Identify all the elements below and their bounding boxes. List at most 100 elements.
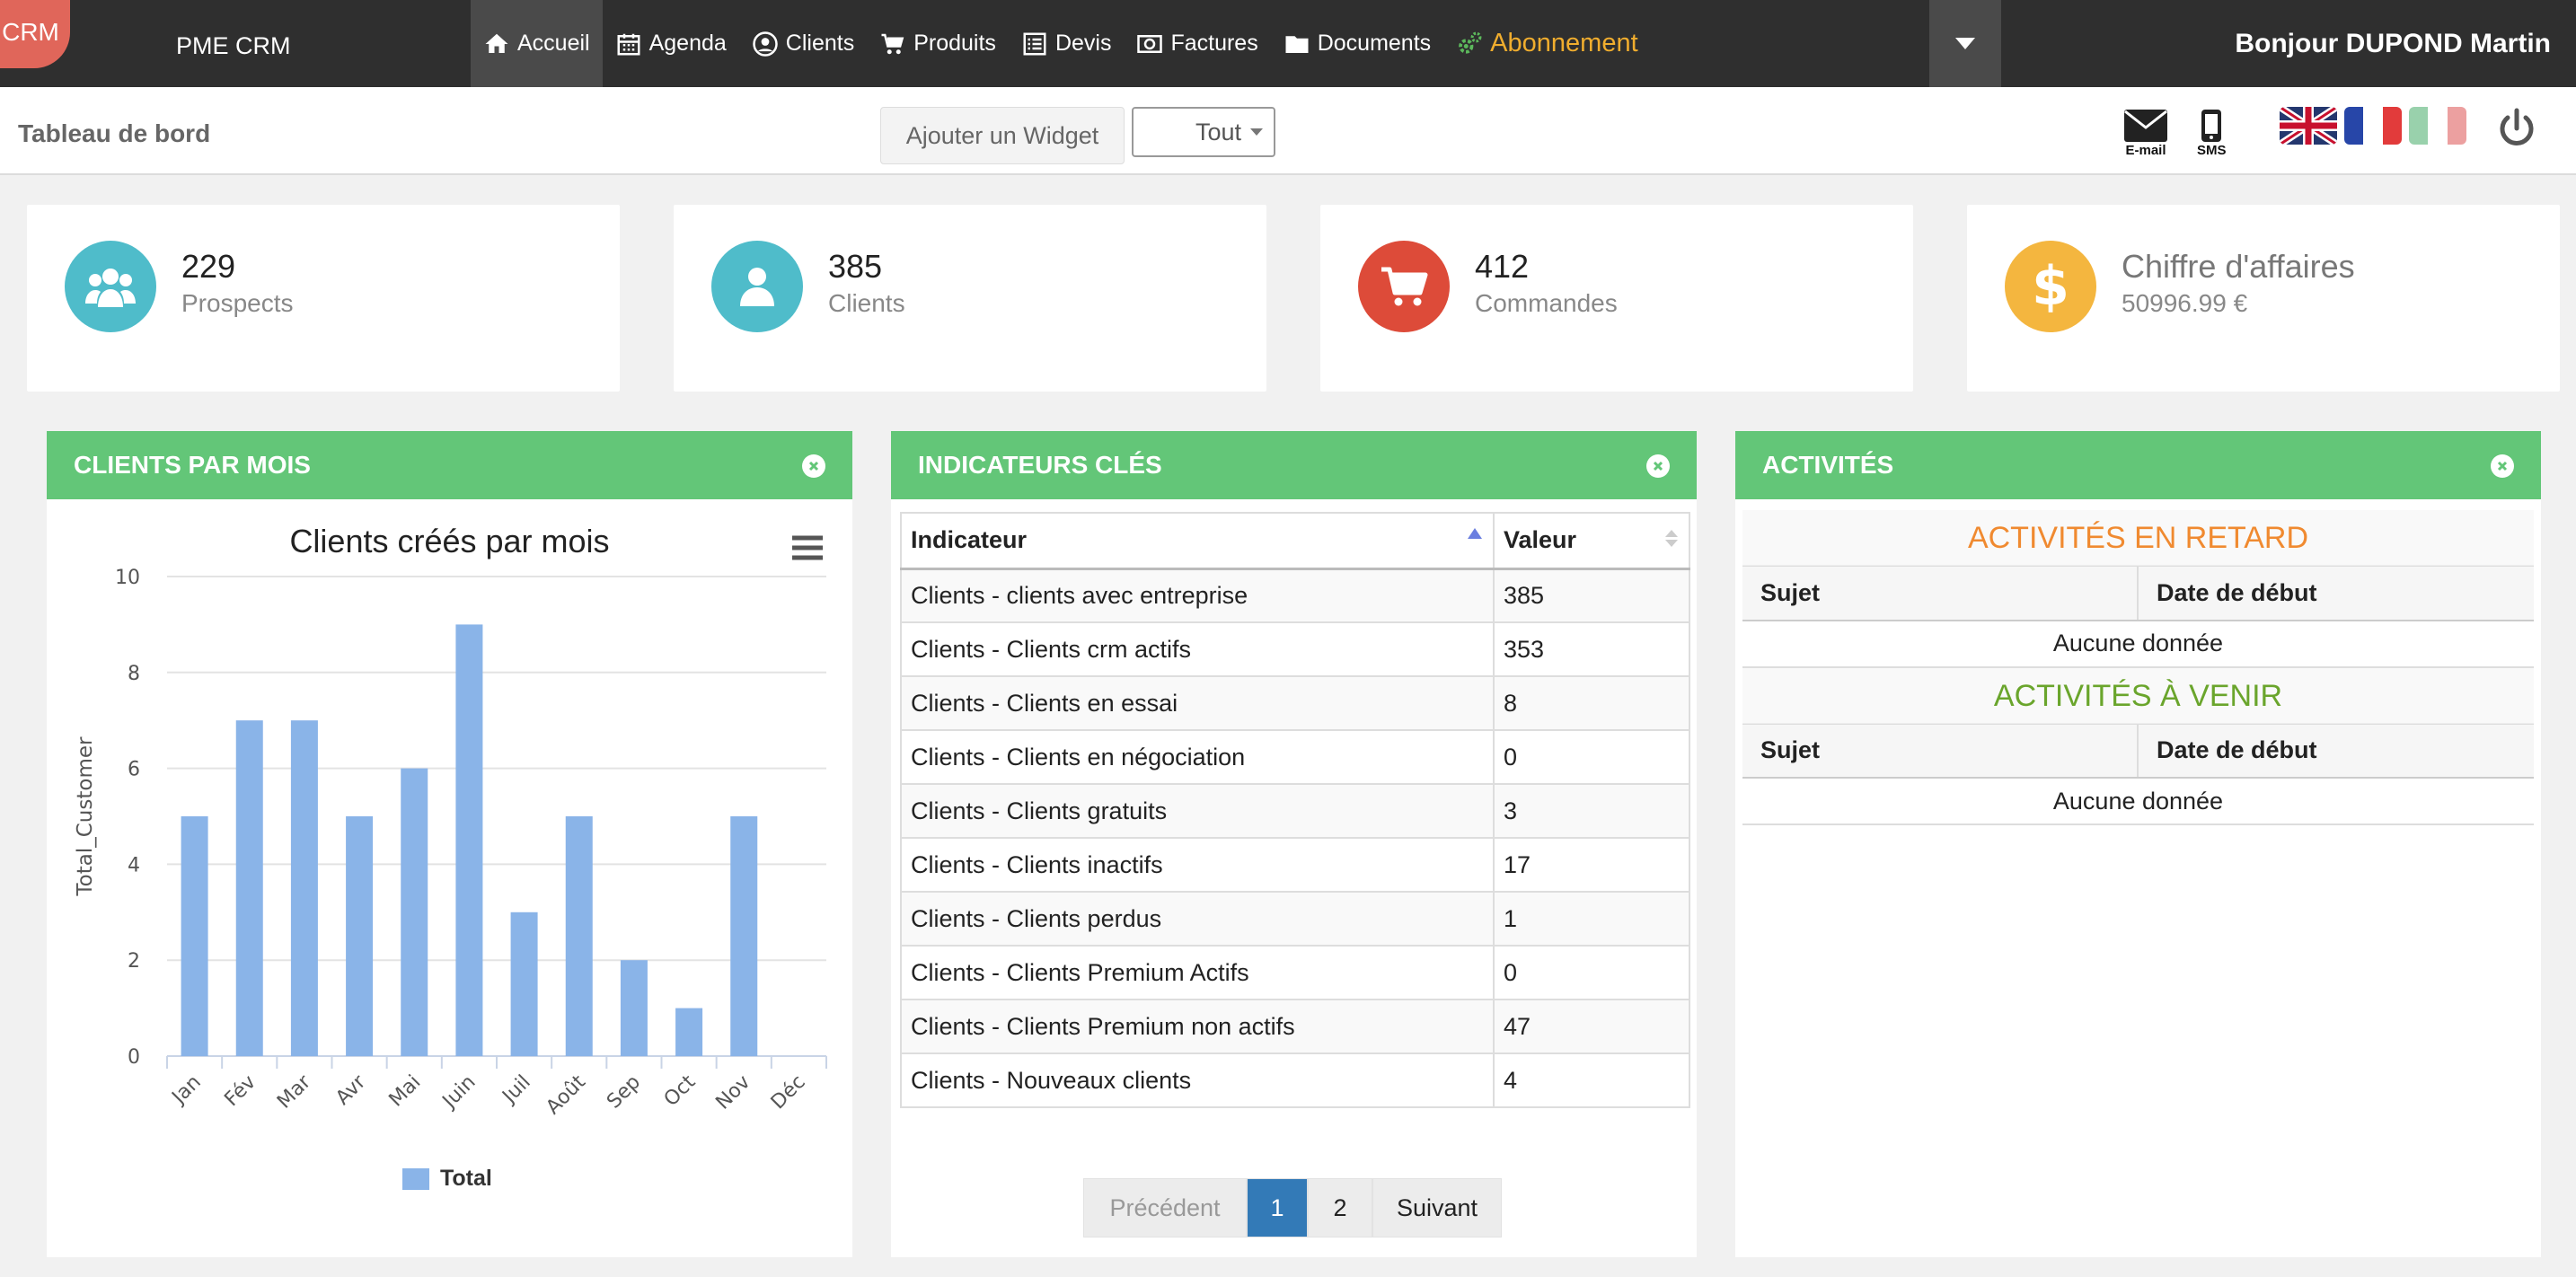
table-row[interactable]: Clients - Clients inactifs 17 [900, 837, 1690, 893]
next-page-button[interactable]: Suivant [1372, 1178, 1502, 1237]
page-button-2[interactable]: 2 [1308, 1178, 1372, 1237]
prev-page-button[interactable]: Précédent [1083, 1178, 1247, 1237]
table-row[interactable]: Clients - Clients perdus 1 [900, 891, 1690, 947]
indicator-name: Clients - Clients en négociation [900, 729, 1495, 785]
upcoming-activities-title: ACTIVITÉS À VENIR [1742, 667, 2534, 724]
close-icon [1653, 461, 1663, 471]
users-group-icon [85, 269, 136, 307]
crm-logo[interactable]: CRM [0, 0, 70, 68]
nav-factures[interactable]: Factures [1124, 0, 1270, 87]
widget-title: INDICATEURS CLÉS [918, 451, 1162, 479]
nav-devis[interactable]: Devis [1009, 0, 1125, 87]
bar [510, 912, 538, 1056]
calendar-icon [617, 33, 640, 55]
bar [346, 816, 374, 1056]
stat-card-commandes[interactable]: 412 Commandes [1320, 205, 1913, 392]
indicator-value: 3 [1493, 783, 1690, 839]
indicator-value: 8 [1493, 675, 1690, 731]
table-row[interactable]: Clients - clients avec entreprise 385 [900, 568, 1690, 623]
bar [675, 1008, 703, 1056]
empty-state: Aucune donnée [1742, 620, 2534, 668]
it-flag-icon[interactable] [2409, 107, 2466, 145]
folder-icon [1285, 35, 1309, 53]
nav-factures-label: Factures [1170, 31, 1258, 56]
sms-button[interactable]: SMS [2197, 109, 2227, 158]
y-tick-label: 0 [128, 1046, 140, 1069]
table-row[interactable]: Clients - Nouveaux clients 4 [900, 1052, 1690, 1108]
indicator-name: Clients - Nouveaux clients [900, 1052, 1495, 1108]
nav-accueil-label: Accueil [517, 31, 590, 56]
top-navbar: CRM PME CRM Accueil Agenda Clients Produ… [0, 0, 2576, 87]
widget-filter-select[interactable]: Tout [1132, 107, 1275, 157]
x-tick-label: Mai [385, 1071, 426, 1112]
stat-card-clients[interactable]: 385 Clients [674, 205, 1266, 392]
chart-legend[interactable]: Total [402, 1166, 492, 1192]
table-row[interactable]: Clients - Clients en négociation 0 [900, 729, 1690, 785]
main-nav: Accueil Agenda Clients Produits Devis Fa… [471, 0, 1651, 87]
column-header-indicator[interactable]: Indicateur [900, 512, 1495, 570]
late-activities-table: Sujet Date de début Aucune donnée [1742, 566, 2534, 668]
add-widget-button[interactable]: Ajouter un Widget [880, 107, 1125, 164]
table-row[interactable]: Clients - Clients crm actifs 353 [900, 621, 1690, 677]
clients-per-month-widget: CLIENTS PAR MOIS Clients créés par mois … [47, 431, 852, 1257]
column-header-subject[interactable]: Sujet [1742, 723, 2138, 779]
cart-icon [881, 33, 904, 54]
column-header-label: Valeur [1504, 526, 1577, 554]
close-widget-button[interactable] [2491, 454, 2514, 478]
nav-produits[interactable]: Produits [867, 0, 1009, 87]
page-title: Tableau de bord [18, 119, 211, 147]
nav-clients-label: Clients [785, 31, 855, 56]
table-row[interactable]: Clients - Clients Premium non actifs 47 [900, 999, 1690, 1054]
stat-circle [711, 241, 803, 332]
column-header-start-date[interactable]: Date de début [2137, 566, 2534, 621]
brand-name[interactable]: PME CRM [176, 32, 291, 60]
column-header-start-date[interactable]: Date de début [2137, 723, 2534, 779]
email-label: E-mail [2125, 143, 2166, 158]
bar [290, 720, 318, 1056]
table-row[interactable]: Clients - Clients en essai 8 [900, 675, 1690, 731]
page-button-1[interactable]: 1 [1247, 1178, 1308, 1237]
indicator-value: 4 [1493, 1052, 1690, 1108]
stat-label: Commandes [1475, 289, 1618, 317]
column-header-value[interactable]: Valeur [1493, 512, 1690, 570]
user-greeting[interactable]: Bonjour DUPOND Martin [2235, 29, 2551, 59]
nav-documents[interactable]: Documents [1271, 0, 1443, 87]
nav-clients[interactable]: Clients [739, 0, 867, 87]
mobile-phone-icon [2201, 110, 2222, 142]
stat-card-revenue[interactable]: $ Chiffre d'affaires 50996.99 € [1967, 205, 2560, 392]
nav-agenda[interactable]: Agenda [603, 0, 739, 87]
y-tick-label: 2 [128, 950, 140, 973]
indicator-name: Clients - Clients inactifs [900, 837, 1495, 893]
nav-more-dropdown[interactable] [1929, 0, 2001, 87]
shopping-cart-icon [1381, 267, 1428, 306]
fr-flag-icon[interactable] [2344, 107, 2402, 145]
column-header-subject[interactable]: Sujet [1742, 566, 2138, 621]
table-row[interactable]: Clients - Clients gratuits 3 [900, 783, 1690, 839]
nav-accueil[interactable]: Accueil [471, 0, 603, 87]
bar [455, 624, 483, 1056]
close-widget-button[interactable] [802, 454, 825, 478]
indicator-name: Clients - Clients Premium non actifs [900, 999, 1495, 1054]
uk-flag-icon[interactable] [2280, 107, 2337, 145]
x-tick-label: Oct [660, 1070, 701, 1111]
dashboard-toolbar: Tableau de bord Ajouter un Widget Tout E… [0, 87, 2576, 175]
table-row[interactable]: Clients - Clients Premium Actifs 0 [900, 945, 1690, 1000]
indicator-value: 47 [1493, 999, 1690, 1054]
close-widget-button[interactable] [1646, 454, 1670, 478]
y-tick-label: 6 [128, 759, 140, 781]
logout-button[interactable] [2497, 107, 2536, 154]
bar-chart: 0 2 4 6 8 10 Total_Customer Jan Fév Mar Avr Mai Juin… [74, 567, 827, 1119]
sort-asc-icon [1468, 528, 1482, 539]
indicator-name: Clients - Clients en essai [900, 675, 1495, 731]
nav-abonnement[interactable]: Abonnement [1443, 0, 1650, 87]
nav-documents-label: Documents [1317, 31, 1432, 56]
language-flags [2280, 107, 2466, 145]
email-button[interactable]: E-mail [2123, 109, 2168, 158]
late-activities-title: ACTIVITÉS EN RETARD [1742, 510, 2534, 566]
y-tick-label: 4 [128, 854, 140, 876]
y-tick-label: 8 [128, 663, 140, 685]
stat-card-prospects[interactable]: 229 Prospects [27, 205, 620, 392]
indicator-name: Clients - Clients gratuits [900, 783, 1495, 839]
indicators-table: Indicateur Valeur Clients - clients avec… [900, 512, 1690, 1108]
bar [235, 720, 263, 1056]
